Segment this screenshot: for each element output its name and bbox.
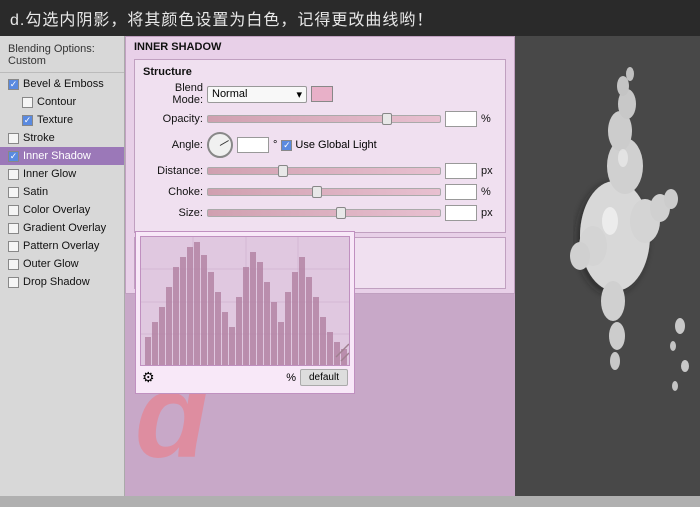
- opacity-row: Opacity: 75 %: [143, 111, 497, 127]
- distance-row: Distance: 7 px: [143, 163, 497, 179]
- pattern-overlay-checkbox[interactable]: [8, 241, 19, 252]
- blend-mode-value: Normal: [212, 88, 247, 100]
- gradient-overlay-checkbox[interactable]: [8, 223, 19, 234]
- inner-glow-label: Inner Glow: [23, 168, 76, 180]
- dial-line: [220, 140, 229, 146]
- opacity-label: Opacity:: [143, 113, 203, 125]
- distance-label: Distance:: [143, 165, 203, 177]
- splatter-illustration: [515, 36, 700, 496]
- size-unit: px: [481, 207, 497, 219]
- color-overlay-label: Color Overlay: [23, 204, 90, 216]
- distance-slider[interactable]: [207, 167, 441, 175]
- blend-mode-dropdown[interactable]: Normal ▾: [207, 86, 307, 103]
- main-layout: Blending Options: Custom Bevel & Emboss …: [0, 36, 700, 496]
- reset-prefix: de: [309, 372, 320, 383]
- inner-shadow-label: Inner Shadow: [23, 150, 91, 162]
- satin-label: Satin: [23, 186, 48, 198]
- drop-shadow-label: Drop Shadow: [23, 276, 90, 288]
- blend-mode-row: Blend Mode: Normal ▾: [143, 82, 497, 106]
- angle-dial[interactable]: [207, 132, 233, 158]
- texture-checkbox[interactable]: [22, 115, 33, 126]
- size-row: Size: 24 px: [143, 205, 497, 221]
- contour-graph[interactable]: [140, 236, 350, 366]
- left-sidebar: Blending Options: Custom Bevel & Emboss …: [0, 36, 125, 496]
- banner-text: d.勾选内阴影，将其颜色设置为白色，记得更改曲线哟！: [10, 12, 433, 29]
- size-slider[interactable]: [207, 209, 441, 217]
- sidebar-item-drop-shadow[interactable]: Drop Shadow: [0, 273, 124, 291]
- use-global-light-label[interactable]: Use Global Light: [281, 139, 376, 151]
- sidebar-item-outer-glow[interactable]: Outer Glow: [0, 255, 124, 273]
- sidebar-item-inner-glow[interactable]: Inner Glow: [0, 165, 124, 183]
- sidebar-item-gradient-overlay[interactable]: Gradient Overlay: [0, 219, 124, 237]
- bevel-label: Bevel & Emboss: [23, 78, 104, 90]
- angle-row: Angle: 120 ° Use Global Light: [143, 132, 497, 158]
- popup-buttons: % default: [286, 369, 348, 386]
- structure-group: Structure Blend Mode: Normal ▾ Opacity:: [134, 59, 506, 233]
- bevel-checkbox[interactable]: [8, 79, 19, 90]
- size-label: Size:: [143, 207, 203, 219]
- contour-popup: ⚙ % default: [135, 231, 355, 394]
- satin-checkbox[interactable]: [8, 187, 19, 198]
- contour-popup-inner: ⚙ % default: [136, 232, 354, 393]
- opacity-slider[interactable]: [207, 115, 441, 123]
- blend-color-swatch[interactable]: [311, 86, 333, 102]
- percent-value: %: [286, 372, 296, 384]
- angle-input[interactable]: 120: [237, 137, 269, 153]
- contour-label: Contour: [37, 96, 76, 108]
- gear-icon[interactable]: ⚙: [142, 369, 155, 386]
- histogram-svg: [141, 237, 350, 366]
- choke-input[interactable]: 11: [445, 184, 477, 200]
- distance-unit: px: [481, 165, 497, 177]
- choke-unit: %: [481, 186, 497, 198]
- panel-title: INNER SHADOW: [126, 37, 514, 55]
- popup-controls: ⚙ % default: [140, 366, 350, 389]
- contour-checkbox[interactable]: [22, 97, 33, 108]
- center-panel: INNER SHADOW Structure Blend Mode: Norma…: [125, 36, 515, 496]
- blend-mode-label: Blend Mode:: [143, 82, 203, 106]
- sidebar-item-inner-shadow[interactable]: Inner Shadow: [0, 147, 124, 165]
- opacity-input[interactable]: 75: [445, 111, 477, 127]
- color-overlay-checkbox[interactable]: [8, 205, 19, 216]
- stroke-label: Stroke: [23, 132, 55, 144]
- distance-input[interactable]: 7: [445, 163, 477, 179]
- top-banner: d.勾选内阴影，将其颜色设置为白色，记得更改曲线哟！: [0, 0, 700, 36]
- stroke-checkbox[interactable]: [8, 133, 19, 144]
- sidebar-item-color-overlay[interactable]: Color Overlay: [0, 201, 124, 219]
- choke-thumb[interactable]: [312, 186, 322, 198]
- default-button[interactable]: default: [300, 369, 348, 386]
- degree-symbol: °: [273, 139, 277, 151]
- inner-glow-checkbox[interactable]: [8, 169, 19, 180]
- structure-title: Structure: [143, 66, 497, 82]
- opacity-unit: %: [481, 113, 497, 125]
- blend-dropdown-arrow: ▾: [296, 88, 302, 101]
- sidebar-item-stroke[interactable]: Stroke: [0, 129, 124, 147]
- blending-options-item[interactable]: Blending Options: Custom: [0, 40, 124, 70]
- sidebar-item-satin[interactable]: Satin: [0, 183, 124, 201]
- default-label: fault: [320, 372, 339, 383]
- drop-shadow-checkbox[interactable]: [8, 277, 19, 288]
- sidebar-item-contour[interactable]: Contour: [14, 93, 124, 111]
- gradient-overlay-label: Gradient Overlay: [23, 222, 106, 234]
- angle-label: Angle:: [143, 139, 203, 151]
- outer-glow-checkbox[interactable]: [8, 259, 19, 270]
- size-thumb[interactable]: [336, 207, 346, 219]
- inner-shadow-checkbox[interactable]: [8, 151, 19, 162]
- sidebar-divider: [0, 72, 124, 73]
- pattern-overlay-label: Pattern Overlay: [23, 240, 99, 252]
- opacity-thumb[interactable]: [382, 113, 392, 125]
- size-input[interactable]: 24: [445, 205, 477, 221]
- outer-glow-label: Outer Glow: [23, 258, 79, 270]
- choke-slider[interactable]: [207, 188, 441, 196]
- global-light-checkbox[interactable]: [281, 140, 292, 151]
- right-panel: [515, 36, 700, 496]
- global-light-text: Use Global Light: [295, 139, 376, 151]
- distance-thumb[interactable]: [278, 165, 288, 177]
- blending-options-label: Blending Options: Custom: [8, 43, 116, 67]
- sidebar-item-texture[interactable]: Texture: [14, 111, 124, 129]
- sidebar-item-bevel[interactable]: Bevel & Emboss: [0, 75, 124, 93]
- choke-label: Choke:: [143, 186, 203, 198]
- choke-row: Choke: 11 %: [143, 184, 497, 200]
- sidebar-item-pattern-overlay[interactable]: Pattern Overlay: [0, 237, 124, 255]
- texture-label: Texture: [37, 114, 73, 126]
